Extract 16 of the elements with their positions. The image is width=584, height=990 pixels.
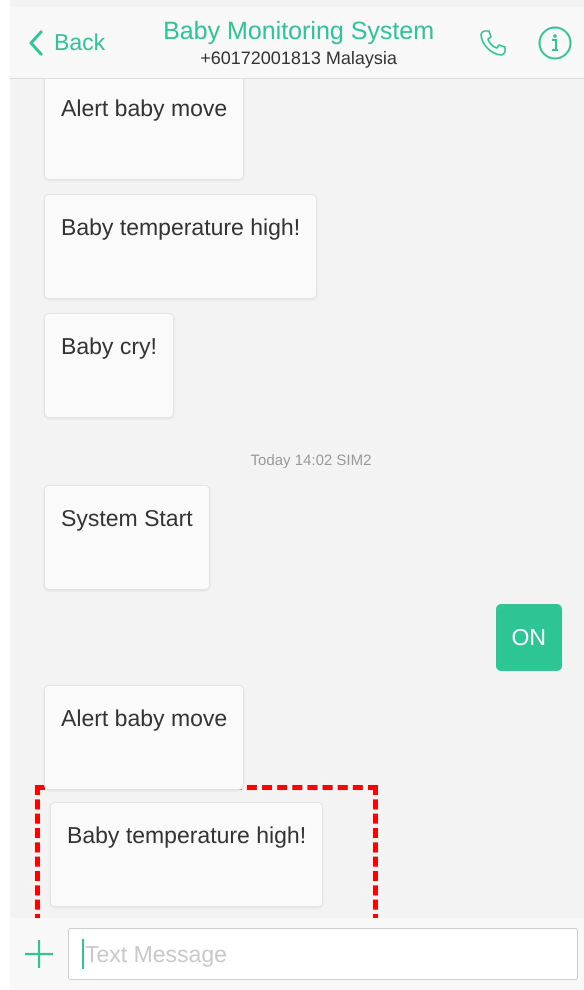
message-bubble: Baby temperature high!: [50, 802, 324, 907]
timestamp: Today 14:02 SIM2: [250, 452, 372, 469]
chevron-left-icon: [28, 30, 44, 56]
message-bubble: Alert baby move: [44, 685, 244, 790]
contact-name: Baby Monitoring System: [163, 16, 434, 46]
message-bubble: System Start: [44, 485, 210, 590]
info-icon[interactable]: [538, 26, 572, 60]
message-bubble: ON: [496, 604, 562, 671]
back-button[interactable]: Back: [28, 29, 106, 56]
phone-icon[interactable]: [478, 28, 508, 58]
message-bubble: Baby temperature high!: [44, 194, 318, 299]
message-bubble: Baby cry!: [44, 313, 174, 418]
contact-number: +60172001813 Malaysia: [200, 48, 397, 68]
plus-icon[interactable]: [24, 939, 54, 969]
message-bubble: Alert baby move: [44, 79, 244, 180]
text-cursor: [82, 939, 84, 969]
